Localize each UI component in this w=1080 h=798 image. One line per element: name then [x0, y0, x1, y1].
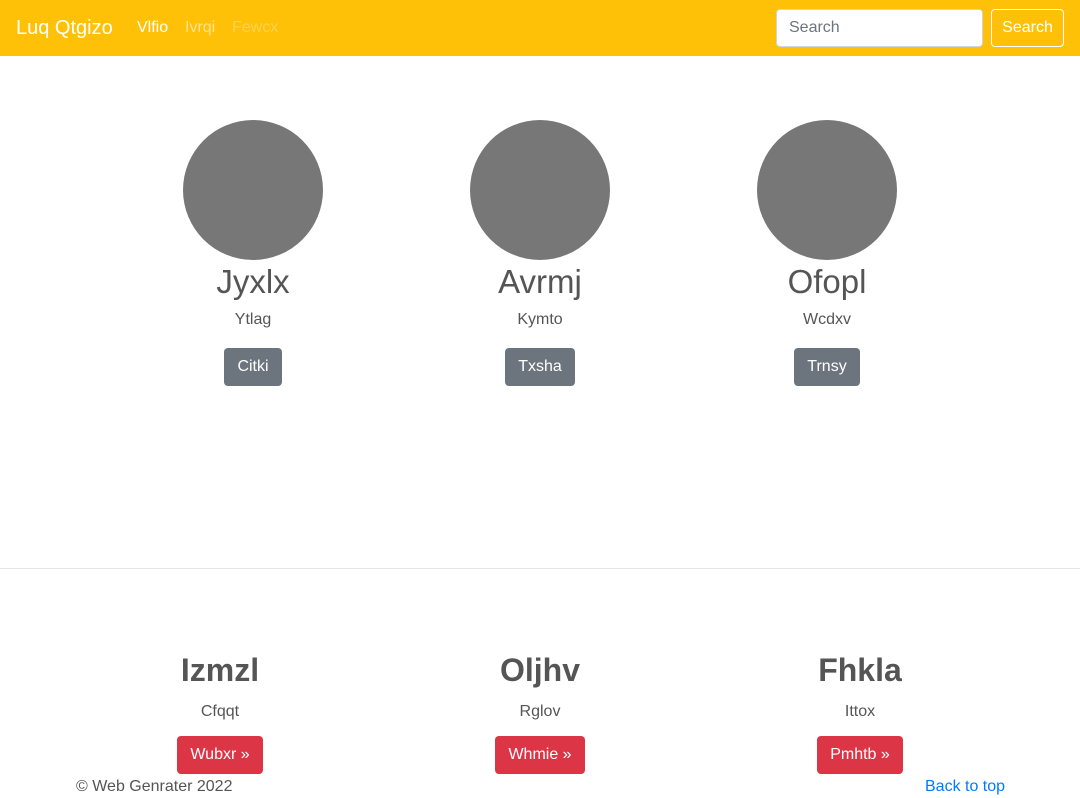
profile-card-1: Jyxlx Ytlag Citki — [153, 120, 353, 386]
footer-copyright: © Web Genrater 2022 — [76, 778, 233, 795]
back-to-top-link[interactable]: Back to top — [925, 777, 1005, 797]
navbar: Luq Qtgizo Vlfio Ivrqi Fewcx Search — [0, 0, 1080, 56]
nav-link-2[interactable]: Ivrqi — [185, 18, 215, 38]
feature-subtitle: Rglov — [519, 703, 561, 720]
section-divider — [0, 568, 1080, 569]
feature-title: Izmzl — [180, 652, 260, 688]
profile-button[interactable]: Trnsy — [794, 348, 860, 386]
feature-button[interactable]: Wubxr » — [177, 736, 263, 774]
feature-button[interactable]: Whmie » — [495, 736, 585, 774]
search-button[interactable]: Search — [991, 9, 1064, 47]
avatar-placeholder — [757, 120, 897, 260]
avatar-placeholder — [183, 120, 323, 260]
feature-title: Fhkla — [818, 652, 902, 688]
profile-subtitle: Ytlag — [234, 311, 272, 328]
profile-name: Jyxlx — [216, 263, 290, 300]
feature-title: Oljhv — [499, 652, 580, 688]
feature-column-1: Izmzl Cfqqt Wubxr » — [100, 651, 340, 774]
feature-button[interactable]: Pmhtb » — [817, 736, 903, 774]
profile-card-3: Ofopl Wcdxv Trnsy — [727, 120, 927, 386]
feature-column-3: Fhkla Ittox Pmhtb » — [740, 651, 980, 774]
profile-name: Ofopl — [787, 263, 867, 300]
feature-column-2: Oljhv Rglov Whmie » — [420, 651, 660, 774]
nav-link-1[interactable]: Vlfio — [137, 18, 168, 38]
nav-link-3[interactable]: Fewcx — [232, 18, 278, 38]
profile-button[interactable]: Txsha — [505, 348, 575, 386]
profile-name: Avrmj — [498, 263, 582, 300]
profile-subtitle: Kymto — [517, 311, 563, 328]
avatar-placeholder — [470, 120, 610, 260]
feature-subtitle: Cfqqt — [200, 703, 240, 720]
profile-card-2: Avrmj Kymto Txsha — [440, 120, 640, 386]
brand-logo[interactable]: Luq Qtgizo — [16, 16, 113, 40]
profile-subtitle: Wcdxv — [803, 311, 851, 328]
profile-button[interactable]: Citki — [224, 348, 282, 386]
feature-subtitle: Ittox — [844, 703, 876, 720]
search-input[interactable] — [776, 9, 983, 47]
